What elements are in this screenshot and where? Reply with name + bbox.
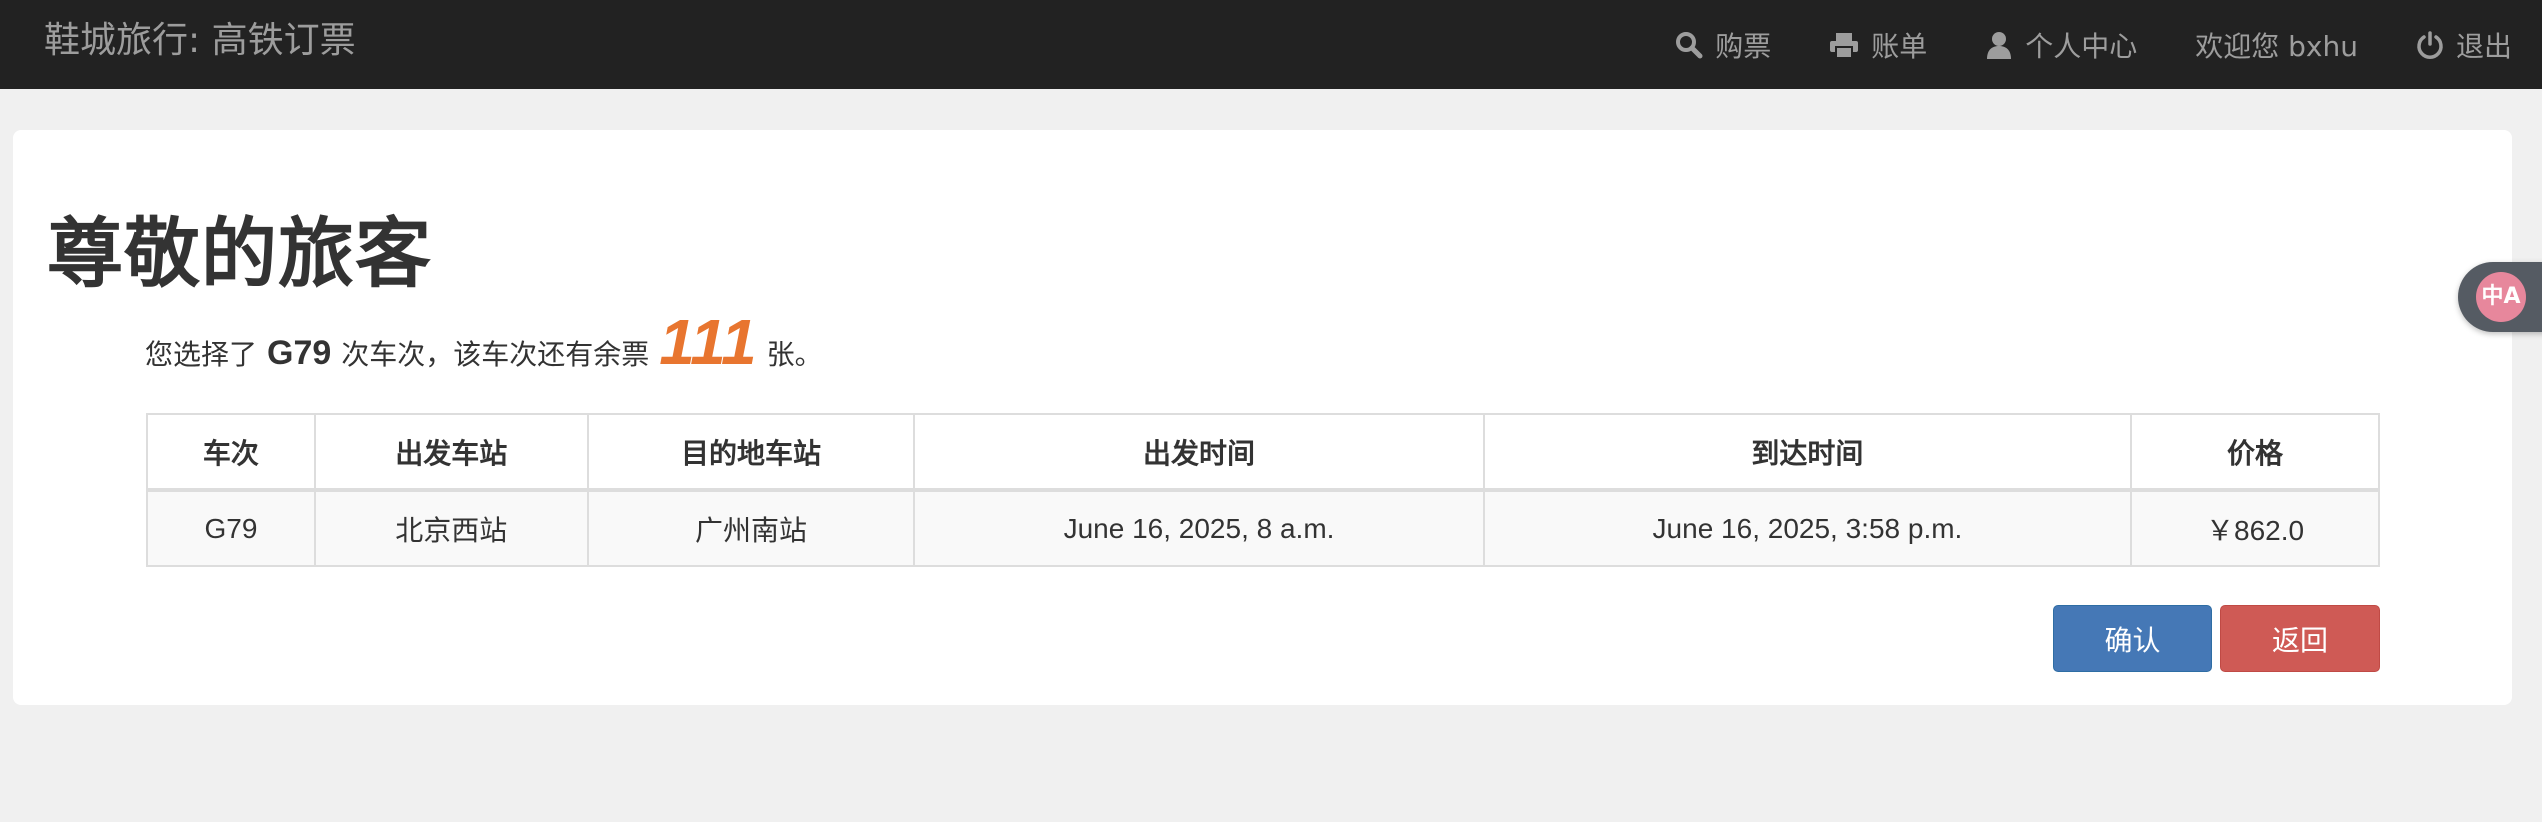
nav-item-label: 退出	[2455, 29, 2512, 63]
cell-departure-time: June 16, 2025, 8 a.m.	[913, 489, 1485, 567]
cell-departure-station: 北京西站	[313, 489, 589, 567]
nav-item-label: 个人中心	[2025, 29, 2138, 63]
page-title: 尊敬的旅客	[47, 209, 432, 298]
nav-item-welcome[interactable]: 欢迎您 bxhu	[2195, 4, 2358, 86]
cell-destination-station: 广州南站	[586, 489, 916, 567]
ticket-info-line: 您选择了 G79 次车次，该车次还有余票 111 张。	[145, 305, 823, 379]
header-destination-station: 目的地车站	[586, 413, 916, 492]
header-train-no: 车次	[146, 413, 316, 492]
header-departure-time: 出发时间	[913, 413, 1485, 492]
search-icon	[1676, 31, 1703, 58]
ticket-table: 车次 出发车站 目的地车站 出发时间 到达时间 价格 G79 北京西站 广州南站…	[146, 413, 2380, 567]
nav-item-label: 账单	[1871, 29, 1928, 63]
info-suffix: 张。	[766, 338, 823, 371]
cell-train-no: G79	[146, 489, 316, 567]
table-row: G79 北京西站 广州南站 June 16, 2025, 8 a.m. June…	[146, 489, 2380, 567]
header-price: 价格	[2130, 413, 2380, 492]
top-navbar: 鞋城旅行: 高铁订票 购票 账单 个人中心 欢迎您 bxhu 退出	[0, 0, 2542, 89]
booking-panel: 尊敬的旅客 您选择了 G79 次车次，该车次还有余票 111 张。 车次 出发车…	[13, 130, 2512, 705]
train-number: G79	[267, 334, 332, 372]
info-middle: 次车次，该车次还有余票	[341, 338, 650, 371]
nav-item-profile[interactable]: 个人中心	[1985, 4, 2137, 86]
cell-arrival-time: June 16, 2025, 3:58 p.m.	[1482, 489, 2133, 567]
welcome-user-text: 欢迎您 bxhu	[2195, 29, 2358, 63]
info-prefix: 您选择了	[145, 338, 258, 371]
back-button[interactable]: 返回	[2220, 605, 2380, 672]
remaining-ticket-count: 111	[659, 306, 757, 378]
translate-icon[interactable]: 中A	[2476, 272, 2526, 322]
nav-menu: 购票 账单 个人中心 欢迎您 bxhu 退出	[1617, 0, 2512, 89]
nav-item-logout[interactable]: 退出	[2416, 4, 2512, 86]
table-header-row: 车次 出发车站 目的地车站 出发时间 到达时间 价格	[146, 413, 2380, 492]
translate-widget[interactable]: 中A	[2458, 262, 2542, 332]
header-arrival-time: 到达时间	[1482, 413, 2133, 492]
print-icon	[1830, 32, 1859, 59]
user-icon	[1987, 31, 2012, 59]
power-icon	[2417, 30, 2443, 59]
nav-item-buy-ticket[interactable]: 购票	[1675, 4, 1771, 86]
nav-item-bills[interactable]: 账单	[1829, 4, 1927, 86]
brand-title[interactable]: 鞋城旅行: 高铁订票	[44, 0, 356, 89]
confirm-button[interactable]: 确认	[2053, 605, 2212, 672]
cell-price: ￥862.0	[2130, 489, 2380, 567]
header-departure-station: 出发车站	[313, 413, 589, 492]
nav-item-label: 购票	[1715, 29, 1772, 63]
